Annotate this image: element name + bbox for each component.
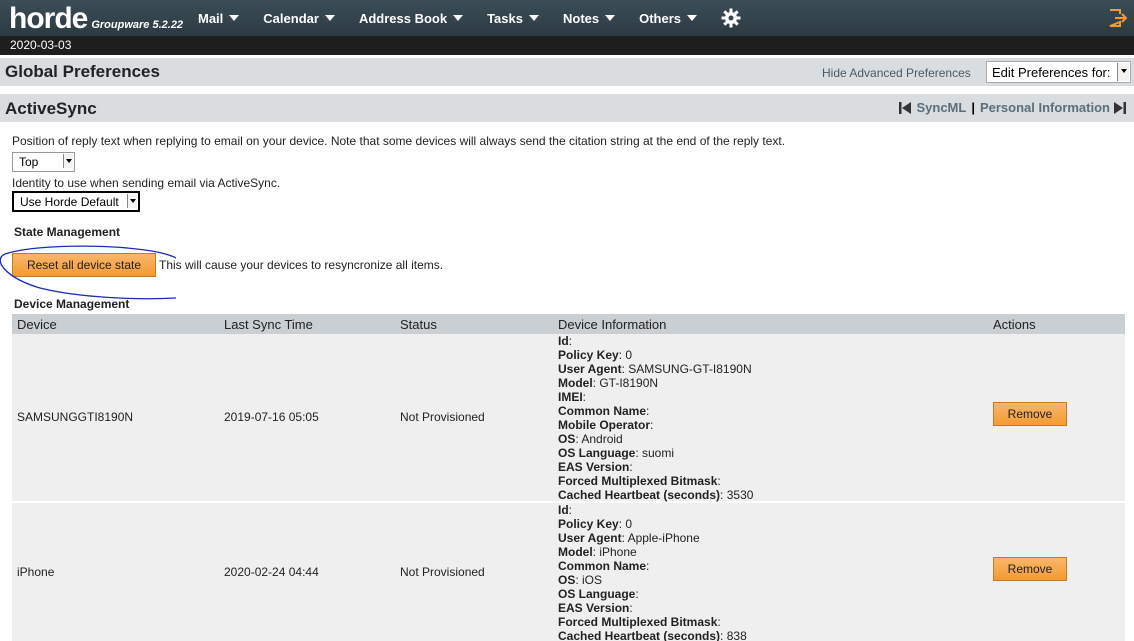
prev-section-link[interactable]: SyncML [916,100,966,115]
table-row: iPhone 2020-02-24 04:44 Not Provisioned … [12,503,1125,641]
info-line: EAS Version: [558,460,633,474]
last-sync-time: 2020-02-24 04:44 [224,565,319,579]
info-line: EAS Version: [558,601,633,615]
menu-calendar[interactable]: Calendar [263,11,335,26]
device-table-header: Device Last Sync Time Status Device Info… [12,314,1125,334]
horde-logo[interactable]: horde Groupware 5.2.22 [9,2,183,34]
edit-preferences-for-label: Edit Preferences for: [992,65,1111,80]
table-row: SAMSUNGGTI8190N 2019-07-16 05:05 Not Pro… [12,334,1125,502]
main-menu: Mail Calendar Address Book Tasks Notes O… [198,0,721,36]
last-sync-time: 2019-07-16 05:05 [224,410,319,424]
remove-device-button[interactable]: Remove [993,402,1067,426]
info-line: OS: iOS [558,573,603,587]
remove-label: Remove [1007,562,1053,576]
menu-mail[interactable]: Mail [198,10,240,26]
menu-others-label: Others [639,10,682,26]
device-info: Id: Policy Key: 0 User Agent: Apple-iPho… [558,503,747,641]
skip-previous-icon[interactable] [899,101,912,115]
device-management-title: Device Management [14,297,130,311]
column-header-last-sync: Last Sync Time [224,317,313,332]
remove-label: Remove [1007,407,1053,421]
info-line: Mobile Operator: [558,418,654,432]
info-line: Model: iPhone [558,545,637,559]
dropdown-arrow-icon [63,154,73,168]
info-line: OS: Android [558,432,623,446]
device-status: Not Provisioned [400,565,485,579]
section-title: ActiveSync [5,99,97,118]
edit-preferences-for-select[interactable]: Edit Preferences for: [986,61,1131,83]
device-info: Id: Policy Key: 0 User Agent: SAMSUNG-GT… [558,334,753,502]
info-line: Model: GT-I8190N [558,376,659,390]
info-line: Policy Key: 0 [558,348,633,362]
chevron-down-icon [605,15,616,21]
reply-position-select[interactable]: Top [12,152,75,172]
chevron-down-icon [687,15,698,21]
chevron-down-icon [324,15,335,21]
info-line: Forced Multiplexed Bitmask: [558,474,721,488]
logo-wordmark: horde [9,2,88,35]
device-name: iPhone [17,565,55,579]
menu-notes-label: Notes [562,10,600,26]
info-line: Id: [558,503,573,517]
info-line: OS Language: suomi [558,446,675,460]
skip-next-icon[interactable] [1114,101,1126,115]
logout-icon[interactable] [1108,8,1128,28]
menu-mail-label: Mail [198,10,224,26]
info-line: Common Name: [558,404,650,418]
column-header-status: Status [400,317,437,332]
column-header-device: Device [17,317,57,332]
dropdown-arrow-icon [127,194,137,208]
section-navigation: SyncML | Personal Information [899,100,1126,115]
column-header-device-info: Device Information [558,317,667,332]
device-name: SAMSUNGGTI8190N [17,410,134,424]
chevron-down-icon [229,15,240,21]
menu-tasks-label: Tasks [487,10,523,26]
column-header-actions: Actions [993,317,1036,332]
page-title: Global Preferences [5,62,160,81]
chevron-down-icon [453,15,464,21]
reply-position-label: Position of reply text when replying to … [12,134,786,148]
identity-select[interactable]: Use Horde Default [12,191,140,212]
date-bar: 2020-03-03 [0,36,1134,55]
hide-advanced-preferences-link[interactable]: Hide Advanced Preferences [822,66,971,80]
section-header: ActiveSync SyncML | Personal Information [0,94,1134,122]
info-line: User Agent: Apple-iPhone [558,531,700,545]
top-navigation-bar: horde Groupware 5.2.22 Mail Calendar Add… [0,0,1134,36]
info-line: Forced Multiplexed Bitmask: [558,615,721,629]
logo-subtitle: Groupware 5.2.22 [91,19,184,31]
next-section-link[interactable]: Personal Information [980,100,1110,115]
reply-position-value: Top [19,155,39,169]
chevron-down-icon [528,15,539,21]
menu-address-book[interactable]: Address Book [358,10,464,26]
info-line: Policy Key: 0 [558,517,633,531]
state-management-title: State Management [14,225,121,239]
global-preferences-header: Global Preferences Hide Advanced Prefere… [0,58,1134,86]
identity-value: Use Horde Default [20,195,119,209]
menu-others[interactable]: Others [639,10,698,26]
info-line: IMEI: [558,390,587,404]
menu-notes[interactable]: Notes [562,10,616,26]
current-date: 2020-03-03 [10,38,72,52]
gear-icon[interactable] [721,8,741,28]
info-line: Id: [558,334,573,348]
info-line: Cached Heartbeat (seconds): 3530 [558,488,754,502]
info-line: OS Language: [558,587,639,601]
identity-label: Identity to use when sending email via A… [12,176,281,190]
dropdown-arrow-icon [1117,63,1129,81]
device-status: Not Provisioned [400,410,485,424]
menu-address-book-label: Address Book [358,10,448,26]
remove-device-button[interactable]: Remove [993,557,1067,581]
info-line: User Agent: SAMSUNG-GT-I8190N [558,362,752,376]
nav-separator: | [971,100,975,115]
info-line: Common Name: [558,559,650,573]
menu-calendar-label: Calendar [263,10,319,26]
menu-tasks[interactable]: Tasks [487,11,539,26]
info-line: Cached Heartbeat (seconds): 838 [558,629,747,641]
reset-note: This will cause your devices to resyncro… [159,258,444,272]
